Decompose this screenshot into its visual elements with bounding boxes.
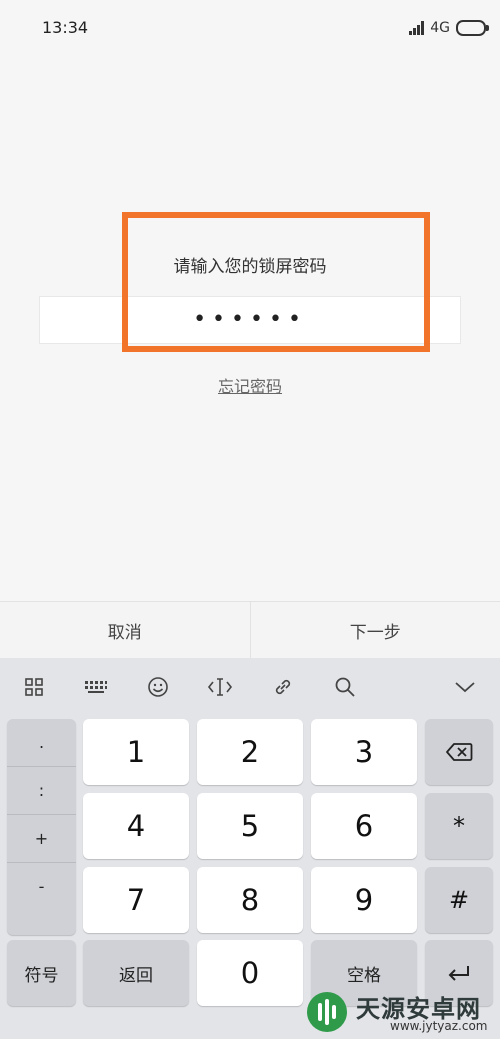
- keyboard-icon[interactable]: [81, 672, 111, 702]
- chevron-down-icon[interactable]: [450, 672, 480, 702]
- key-4[interactable]: 4: [83, 793, 189, 859]
- symbols-key[interactable]: 符号: [7, 940, 76, 1006]
- symbol-key-period[interactable]: .: [7, 719, 76, 767]
- symbol-key-colon[interactable]: :: [7, 767, 76, 815]
- key-1[interactable]: 1: [83, 719, 189, 785]
- search-icon[interactable]: [330, 672, 360, 702]
- key-8[interactable]: 8: [197, 867, 303, 933]
- backspace-key[interactable]: [425, 719, 493, 785]
- password-prompt: 请输入您的锁屏密码: [0, 252, 500, 277]
- battery-icon: [456, 20, 489, 36]
- cursor-icon[interactable]: [205, 672, 235, 702]
- key-2[interactable]: 2: [197, 719, 303, 785]
- keyboard: . : + - 1 2 3 4 5 6 7 8 9 * # 符号 返回 0 空格: [0, 658, 500, 1039]
- next-button[interactable]: 下一步: [251, 602, 500, 658]
- grid-icon[interactable]: [19, 672, 49, 702]
- password-prompt-text: 请输入您的锁屏密码: [173, 257, 327, 277]
- symbol-key-plus[interactable]: +: [7, 815, 76, 863]
- signal-icon: [409, 21, 425, 35]
- network-type: 4G: [430, 20, 450, 36]
- status-time: 13:34: [42, 18, 89, 37]
- key-7[interactable]: 7: [83, 867, 189, 933]
- action-bar: 取消 下一步: [0, 601, 500, 659]
- status-bar: 13:34 4G: [0, 0, 500, 56]
- cancel-button[interactable]: 取消: [0, 602, 250, 658]
- symbol-column: . : + -: [7, 719, 76, 935]
- enter-icon: [448, 966, 469, 981]
- password-value: ••••••: [193, 307, 307, 332]
- key-0[interactable]: 0: [197, 940, 303, 1006]
- watermark-url: www.jytyaz.com: [390, 1019, 488, 1033]
- forgot-password: 忘记密码: [0, 373, 500, 397]
- asterisk-key[interactable]: *: [425, 793, 493, 859]
- key-3[interactable]: 3: [311, 719, 417, 785]
- symbol-key-minus[interactable]: -: [7, 863, 76, 910]
- key-9[interactable]: 9: [311, 867, 417, 933]
- forgot-password-link[interactable]: 忘记密码: [218, 377, 282, 396]
- link-icon[interactable]: [268, 672, 298, 702]
- watermark: 天源安卓网 www.jytyaz.com: [300, 985, 500, 1039]
- emoji-icon[interactable]: [143, 672, 173, 702]
- status-indicators: 4G: [409, 18, 489, 38]
- key-6[interactable]: 6: [311, 793, 417, 859]
- hash-key[interactable]: #: [425, 867, 493, 933]
- back-key[interactable]: 返回: [83, 940, 189, 1006]
- keyboard-toolbar: [0, 658, 500, 718]
- key-5[interactable]: 5: [197, 793, 303, 859]
- backspace-icon: [446, 743, 473, 761]
- watermark-logo-icon: [307, 992, 347, 1032]
- password-field[interactable]: ••••••: [39, 296, 461, 344]
